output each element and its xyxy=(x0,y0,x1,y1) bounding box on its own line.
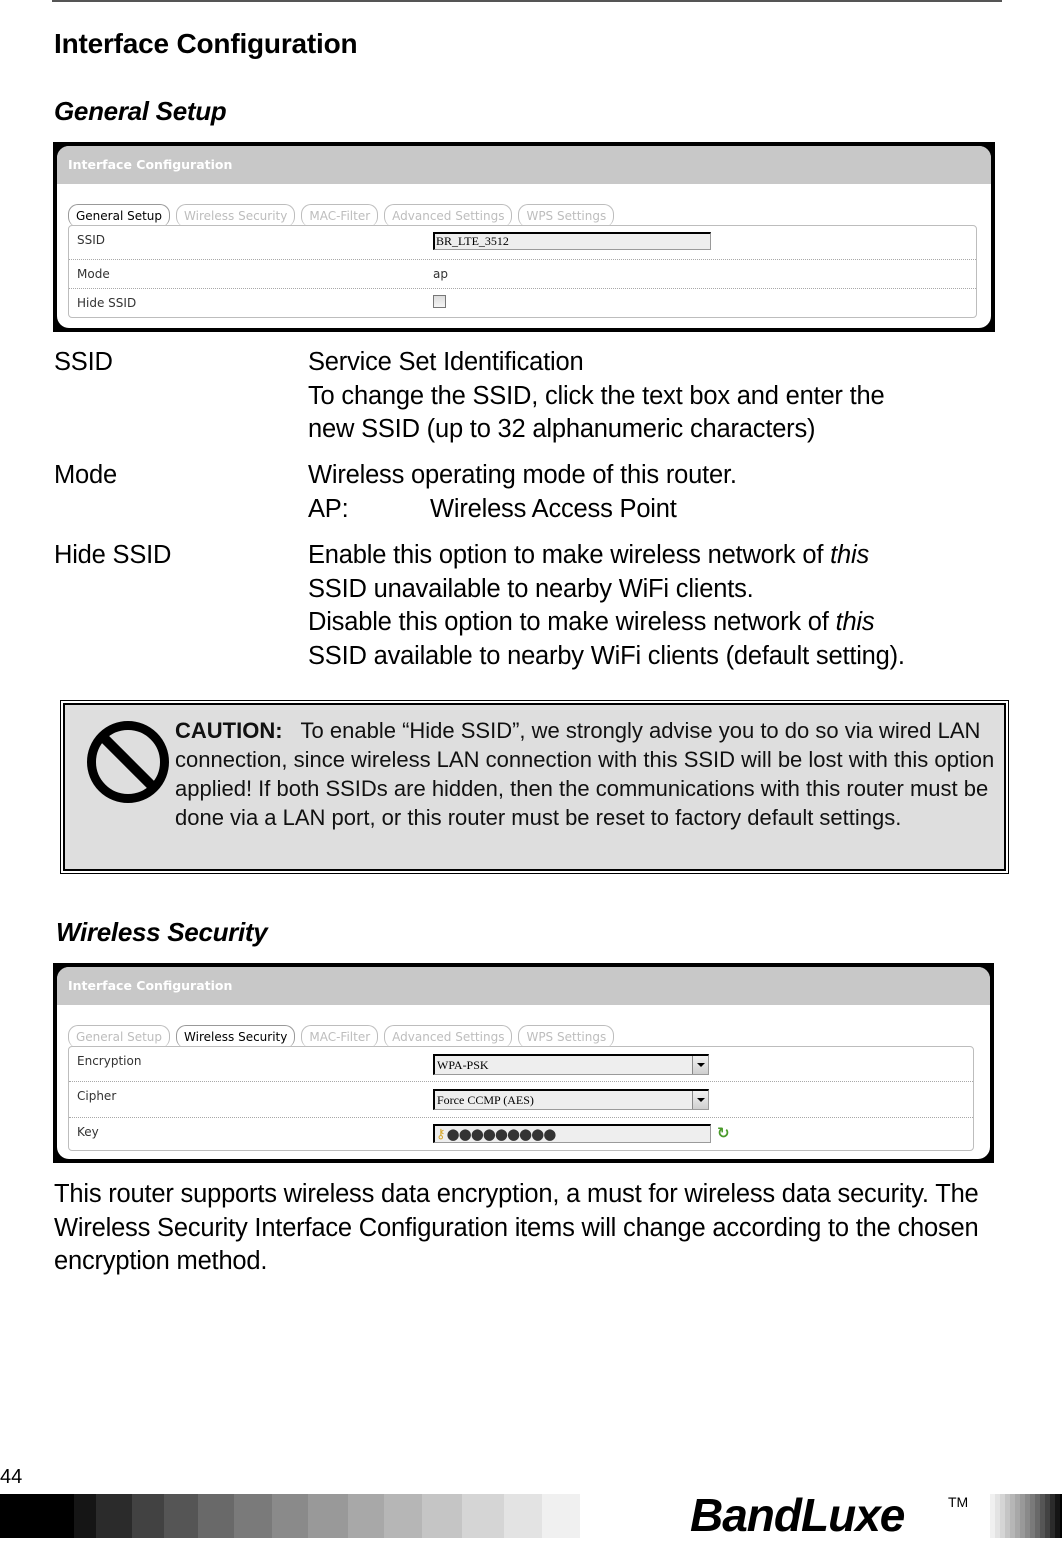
cipher-selected: Force CCMP (AES) xyxy=(437,1093,534,1107)
refresh-icon[interactable]: ↻ xyxy=(717,1124,730,1142)
form-row-hide-ssid: Hide SSID xyxy=(69,289,976,317)
desc-line: Wireless operating mode of this router. xyxy=(308,461,737,489)
encryption-selected: WPA-PSK xyxy=(437,1058,489,1072)
top-rule xyxy=(52,0,1002,2)
caution-label: CAUTION: xyxy=(175,718,283,743)
desc-line: Disable this option to make wireless net… xyxy=(308,608,836,636)
section-title-wireless-security: Wireless Security xyxy=(56,917,268,947)
tab-wireless-security[interactable]: Wireless Security xyxy=(176,1025,296,1048)
form-row-cipher: Cipher Force CCMP (AES) xyxy=(69,1082,973,1118)
section-title-general-setup: General Setup xyxy=(54,96,227,126)
trademark: TM xyxy=(948,1494,969,1510)
form-row-key: Key ⚷ ●●●●●●●●● ↻ xyxy=(69,1118,973,1150)
form-row-encryption: Encryption WPA-PSK xyxy=(69,1047,973,1082)
desc-sub-value: Wireless Access Point xyxy=(430,494,677,523)
caution-text: CAUTION: To enable “Hide SSID”, we strong… xyxy=(175,716,995,832)
cipher-select[interactable]: Force CCMP (AES) xyxy=(433,1089,709,1110)
key-icon: ⚷ xyxy=(436,1126,445,1142)
wireless-security-screenshot: Interface Configuration General Setup Wi… xyxy=(53,963,994,1163)
chevron-down-icon[interactable] xyxy=(692,1091,708,1109)
mode-value: ap xyxy=(433,267,448,281)
mode-label: Mode xyxy=(77,267,110,281)
desc-term: Mode xyxy=(54,461,117,489)
tab-wireless-security[interactable]: Wireless Security xyxy=(176,204,296,227)
encryption-label: Encryption xyxy=(77,1054,142,1068)
desc-line: Enable this option to make wireless netw… xyxy=(308,541,831,569)
desc-line: To change the SSID, click the text box a… xyxy=(308,381,885,410)
ssid-label: SSID xyxy=(77,233,106,247)
desc-emphasis: this xyxy=(835,608,875,636)
encryption-select[interactable]: WPA-PSK xyxy=(433,1054,709,1075)
cipher-label: Cipher xyxy=(77,1089,117,1103)
desc-line: Service Set Identification xyxy=(308,348,584,376)
tab-wps-settings[interactable]: WPS Settings xyxy=(518,204,615,227)
tab-advanced-settings[interactable]: Advanced Settings xyxy=(384,204,513,227)
desc-line: SSID unavailable to nearby WiFi clients. xyxy=(308,574,754,603)
form-row-mode: Mode ap xyxy=(69,260,976,289)
page-number: 44 xyxy=(0,1466,23,1488)
chevron-down-icon[interactable] xyxy=(692,1056,708,1074)
tab-advanced-settings[interactable]: Advanced Settings xyxy=(384,1025,513,1048)
tab-mac-filter[interactable]: MAC-Filter xyxy=(301,204,379,227)
grey-scale-bar xyxy=(0,1494,580,1538)
desc-line: SSID available to nearby WiFi clients (d… xyxy=(308,641,905,670)
key-masked-value: ●●●●●●●●● xyxy=(446,1125,557,1143)
key-input[interactable]: ⚷ ●●●●●●●●● xyxy=(433,1124,711,1143)
hide-ssid-checkbox[interactable] xyxy=(433,295,446,308)
wireless-security-form: Encryption WPA-PSK Cipher Force CCMP (AE… xyxy=(68,1046,974,1151)
general-setup-screenshot: Interface Configuration General Setup Wi… xyxy=(53,142,995,332)
tab-general-setup[interactable]: General Setup xyxy=(68,204,171,227)
desc-term: Hide SSID xyxy=(54,541,172,569)
desc-line: new SSID (up to 32 alphanumeric characte… xyxy=(308,415,816,443)
desc-term: SSID xyxy=(54,348,113,376)
desc-sub-key: AP: xyxy=(308,494,349,523)
hide-ssid-label: Hide SSID xyxy=(77,296,137,310)
caution-message: To enable “Hide SSID”, we strongly advis… xyxy=(175,718,995,830)
brand-logo: BandLuxe xyxy=(690,1489,905,1541)
key-label: Key xyxy=(77,1125,99,1139)
tab-wps-settings[interactable]: WPS Settings xyxy=(518,1025,615,1048)
tab-general-setup[interactable]: General Setup xyxy=(68,1025,171,1048)
form-row-ssid: SSID BR_LTE_3512 xyxy=(69,226,976,260)
no-entry-icon xyxy=(87,721,169,803)
general-setup-form: SSID BR_LTE_3512 Mode ap Hide SSID xyxy=(68,225,977,318)
panel-header: Interface Configuration xyxy=(57,146,991,184)
caution-box: CAUTION: To enable “Hide SSID”, we strong… xyxy=(60,700,1009,874)
page-title: Interface Configuration xyxy=(54,28,358,59)
tab-mac-filter[interactable]: MAC-Filter xyxy=(301,1025,379,1048)
wireless-security-paragraph: This router supports wireless data encry… xyxy=(54,1180,979,1275)
desc-emphasis: this xyxy=(830,541,870,569)
tab-bar: General Setup Wireless Security MAC-Filt… xyxy=(68,1025,615,1048)
tab-bar: General Setup Wireless Security MAC-Filt… xyxy=(68,204,615,227)
panel-header: Interface Configuration xyxy=(57,967,990,1005)
ssid-input[interactable]: BR_LTE_3512 xyxy=(433,232,711,250)
grey-scale-bar-right xyxy=(990,1494,1062,1538)
